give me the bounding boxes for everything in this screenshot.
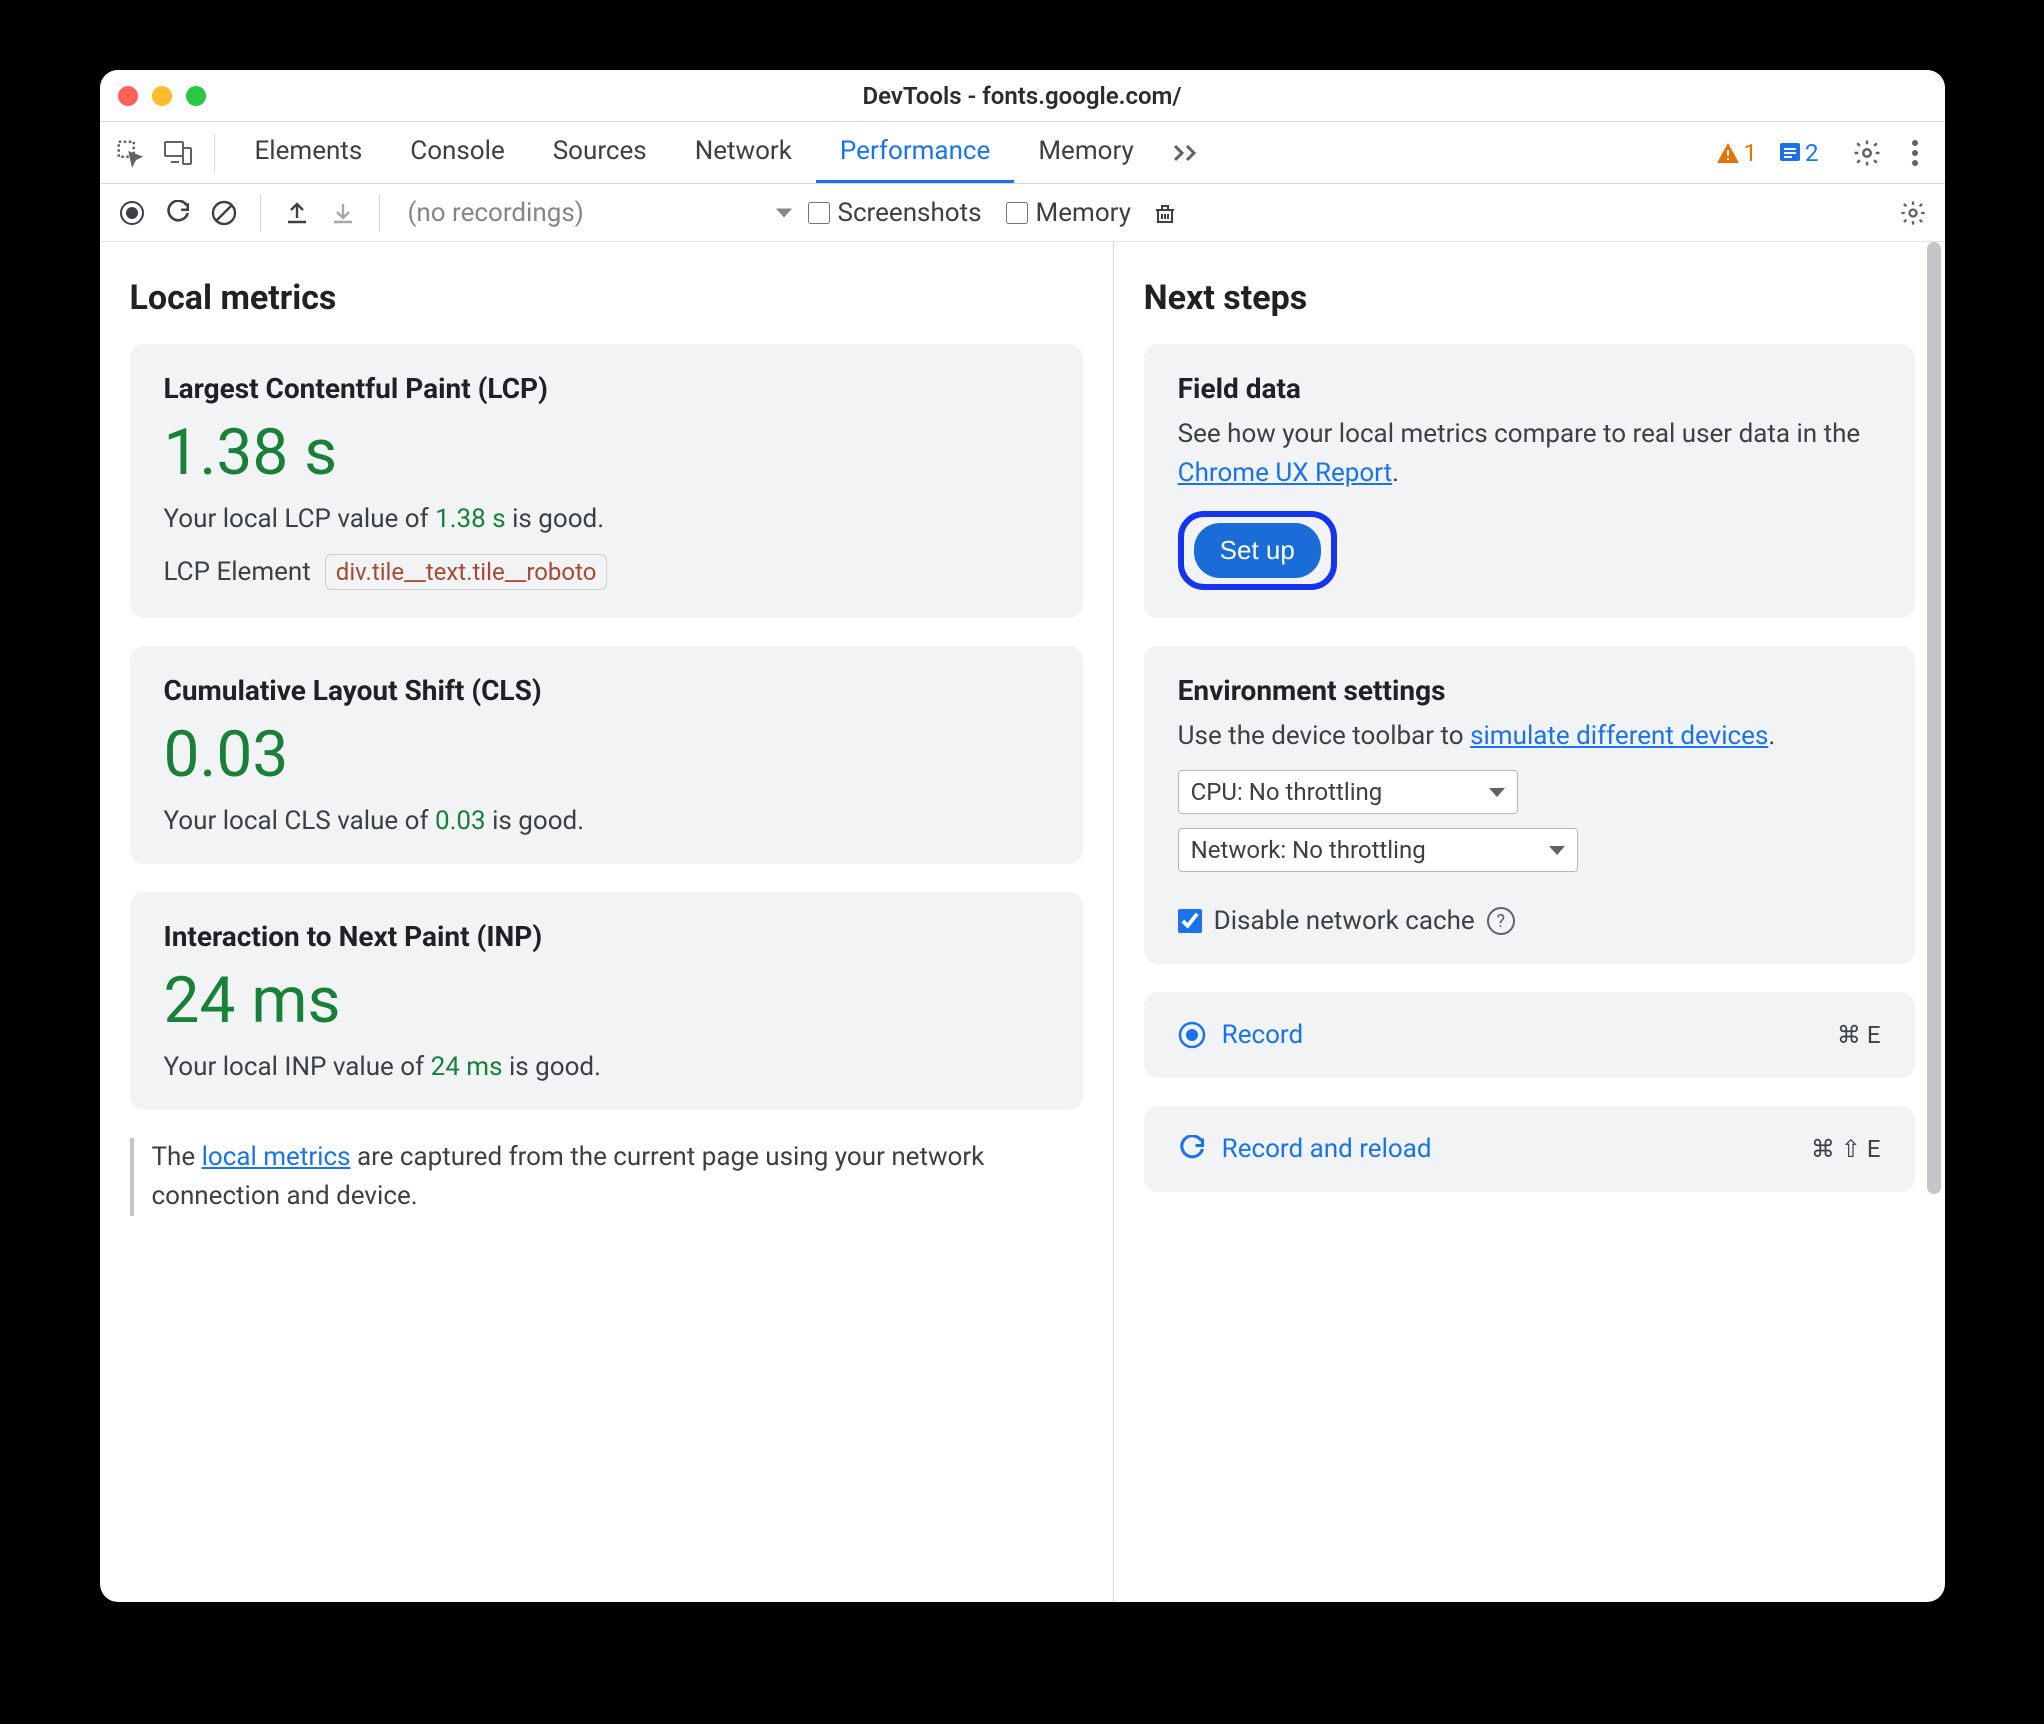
crux-report-link[interactable]: Chrome UX Report [1178, 458, 1392, 488]
upload-icon[interactable] [279, 195, 315, 231]
warnings-badge[interactable]: 1 [1716, 139, 1758, 167]
network-throttling-select[interactable]: Network: No throttling [1178, 828, 1578, 872]
download-icon[interactable] [325, 195, 361, 231]
lcp-value: 1.38 s [164, 415, 1049, 490]
kebab-menu-icon[interactable] [1895, 133, 1935, 173]
cls-value: 0.03 [164, 717, 1049, 792]
device-toolbar-icon[interactable] [158, 133, 198, 173]
inp-title: Interaction to Next Paint (INP) [164, 920, 1049, 953]
minimize-icon[interactable] [152, 86, 172, 106]
issues-count: 2 [1805, 139, 1819, 167]
lcp-card: Largest Contentful Paint (LCP) 1.38 s Yo… [130, 344, 1083, 618]
local-metrics-link[interactable]: local metrics [202, 1142, 351, 1172]
issues-badge[interactable]: 2 [1779, 139, 1819, 167]
memory-input[interactable] [1006, 202, 1028, 224]
separator [260, 194, 261, 232]
field-data-title: Field data [1178, 372, 1881, 405]
separator [379, 194, 380, 232]
lcp-element-selector[interactable]: div.tile__text.tile__roboto [325, 554, 608, 590]
disable-cache-checkbox[interactable] [1178, 909, 1202, 933]
close-icon[interactable] [118, 86, 138, 106]
help-icon[interactable]: ? [1487, 907, 1515, 935]
window-titlebar: DevTools - fonts.google.com/ [100, 70, 1945, 122]
devtools-window: DevTools - fonts.google.com/ Elements Co… [100, 70, 1945, 1602]
settings-icon[interactable] [1847, 133, 1887, 173]
perf-toolbar: (no recordings) Screenshots Memory [100, 184, 1945, 242]
record-reload-label: Record and reload [1222, 1134, 1432, 1164]
recordings-dropdown[interactable]: (no recordings) [398, 193, 798, 233]
reload-icon[interactable] [160, 195, 196, 231]
maximize-icon[interactable] [186, 86, 206, 106]
cls-description: Your local CLS value of 0.03 is good. [164, 806, 1049, 836]
local-metrics-heading: Local metrics [130, 278, 1083, 318]
window-controls [118, 86, 206, 106]
chevron-down-icon [1489, 788, 1505, 797]
record-label: Record [1222, 1020, 1303, 1050]
memory-checkbox[interactable]: Memory [1006, 198, 1131, 228]
chevron-down-icon [1549, 846, 1565, 855]
lcp-description: Your local LCP value of 1.38 s is good. [164, 504, 1049, 534]
screenshots-checkbox[interactable]: Screenshots [808, 198, 982, 228]
scrollbar[interactable] [1925, 242, 1943, 1602]
setup-button[interactable]: Set up [1194, 523, 1321, 578]
inp-description: Your local INP value of 24 ms is good. [164, 1052, 1049, 1082]
panel-settings-icon[interactable] [1895, 195, 1931, 231]
field-data-text: See how your local metrics compare to re… [1178, 415, 1881, 493]
tab-performance[interactable]: Performance [816, 122, 1014, 183]
simulate-devices-link[interactable]: simulate different devices [1470, 721, 1768, 751]
field-data-card: Field data See how your local metrics co… [1144, 344, 1915, 618]
tab-network[interactable]: Network [671, 122, 816, 183]
inp-card: Interaction to Next Paint (INP) 24 ms Yo… [130, 892, 1083, 1110]
cls-card: Cumulative Layout Shift (CLS) 0.03 Your … [130, 646, 1083, 864]
clear-icon[interactable] [206, 195, 242, 231]
environment-text: Use the device toolbar to simulate diffe… [1178, 717, 1881, 756]
tab-sources[interactable]: Sources [529, 122, 671, 183]
local-metrics-column: Local metrics Largest Contentful Paint (… [100, 242, 1113, 1602]
lcp-title: Largest Contentful Paint (LCP) [164, 372, 1049, 405]
reload-arrow-icon [1178, 1135, 1206, 1163]
record-icon[interactable] [114, 195, 150, 231]
lcp-element-label: LCP Element [164, 557, 311, 587]
tab-console[interactable]: Console [386, 122, 528, 183]
cls-title: Cumulative Layout Shift (CLS) [164, 674, 1049, 707]
scrollbar-thumb[interactable] [1927, 242, 1941, 1194]
content-area: Local metrics Largest Contentful Paint (… [100, 242, 1945, 1602]
screenshots-input[interactable] [808, 202, 830, 224]
window-title: DevTools - fonts.google.com/ [100, 82, 1945, 110]
main-toolbar: Elements Console Sources Network Perform… [100, 122, 1945, 184]
panel-tabs: Elements Console Sources Network Perform… [231, 122, 1158, 183]
environment-card: Environment settings Use the device tool… [1144, 646, 1915, 964]
tab-elements[interactable]: Elements [231, 122, 387, 183]
lcp-element-row: LCP Element div.tile__text.tile__roboto [164, 554, 1049, 590]
record-reload-shortcut: ⌘ ⇧ E [1811, 1135, 1881, 1163]
separator [214, 134, 215, 172]
record-circle-icon [1178, 1021, 1206, 1049]
tab-memory[interactable]: Memory [1014, 122, 1157, 183]
local-metrics-note: The local metrics are captured from the … [130, 1138, 1083, 1216]
record-shortcut: ⌘ E [1837, 1021, 1881, 1049]
record-reload-card[interactable]: Record and reload ⌘ ⇧ E [1144, 1106, 1915, 1192]
setup-button-highlight: Set up [1178, 511, 1337, 590]
inp-value: 24 ms [164, 963, 1049, 1038]
more-tabs-icon[interactable] [1166, 133, 1206, 173]
next-steps-column: Next steps Field data See how your local… [1114, 242, 1945, 1602]
inspect-icon[interactable] [110, 133, 150, 173]
disable-cache-row: Disable network cache ? [1178, 906, 1881, 936]
disable-cache-label: Disable network cache [1214, 906, 1475, 936]
next-steps-heading: Next steps [1144, 278, 1915, 318]
record-card[interactable]: Record ⌘ E [1144, 992, 1915, 1078]
cpu-throttling-select[interactable]: CPU: No throttling [1178, 770, 1518, 814]
warnings-count: 1 [1744, 139, 1758, 167]
environment-title: Environment settings [1178, 674, 1881, 707]
collect-garbage-icon[interactable] [1147, 195, 1183, 231]
